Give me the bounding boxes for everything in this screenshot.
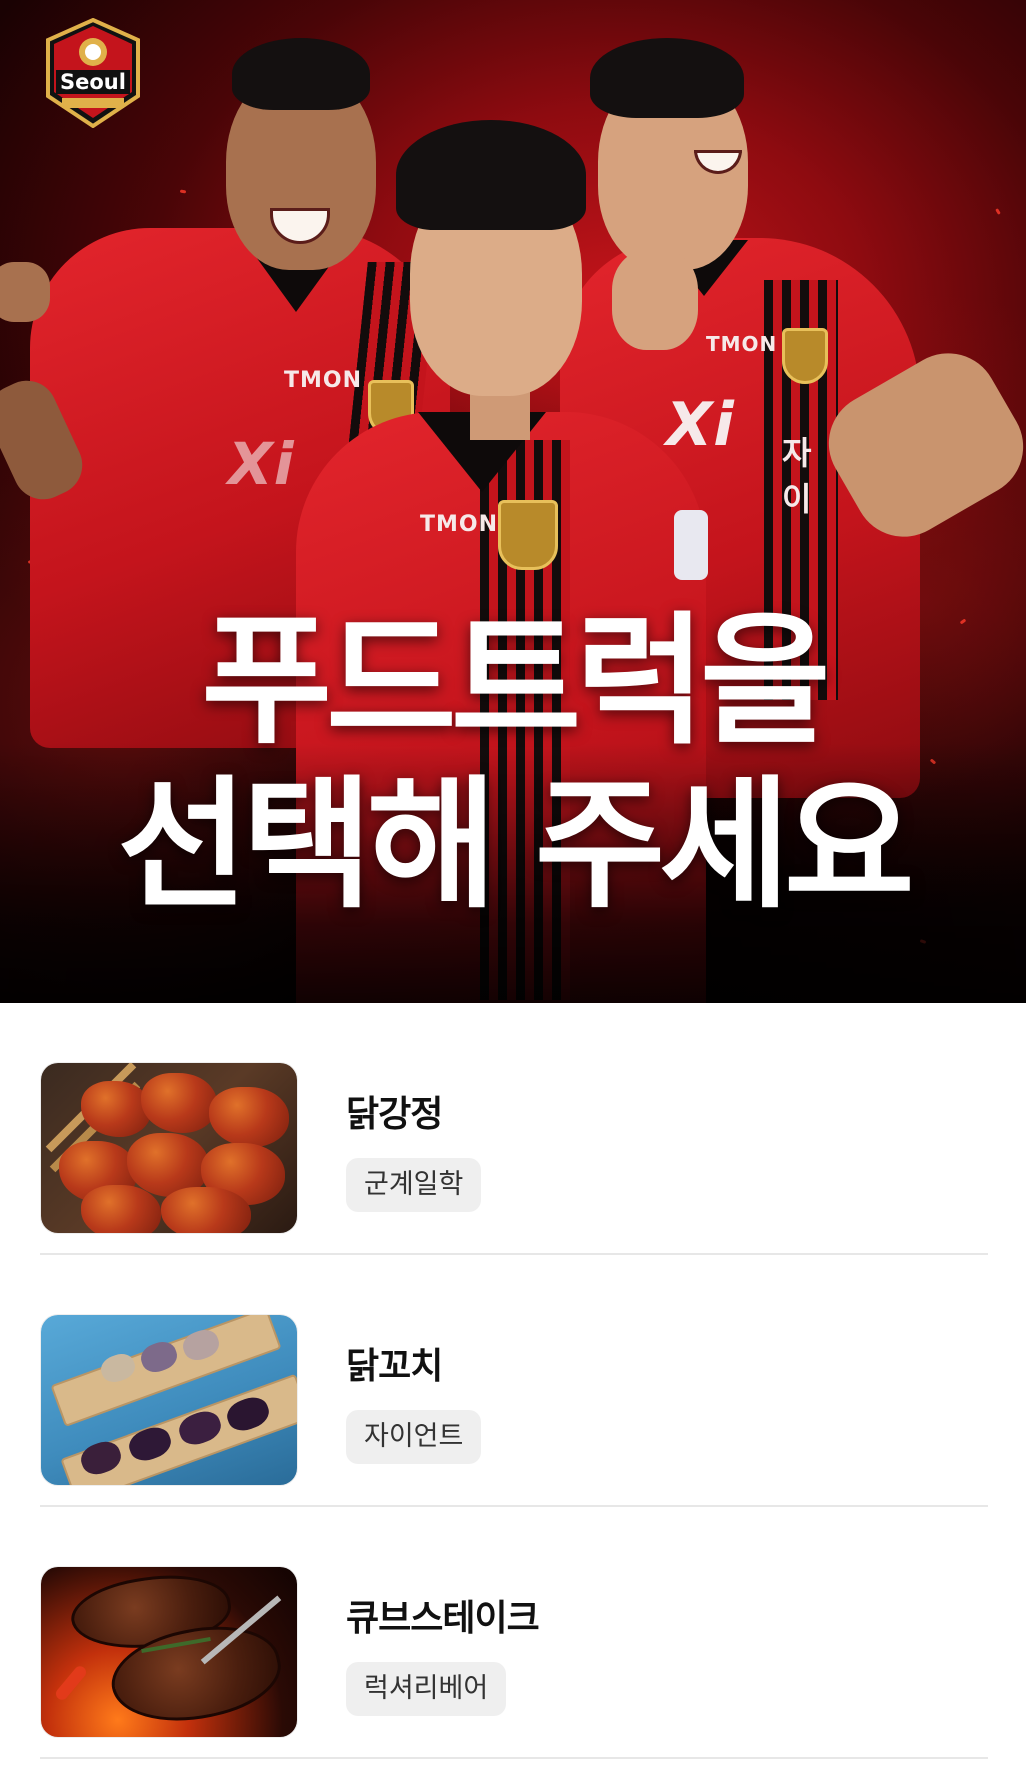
player-hair bbox=[590, 38, 744, 118]
club-crest-icon bbox=[782, 328, 828, 384]
logo-text: Seoul bbox=[60, 70, 126, 94]
food-truck-item[interactable]: 닭강정 군계일학 bbox=[40, 1003, 988, 1255]
sponsor-xi: Xi bbox=[666, 390, 735, 460]
food-name: 닭강정 bbox=[346, 1094, 443, 1135]
league-patch-icon bbox=[674, 510, 708, 580]
player-hair bbox=[232, 38, 370, 110]
sponsor-logo: TMON bbox=[706, 332, 778, 356]
food-name: 닭꼬치 bbox=[346, 1346, 443, 1387]
player-hair bbox=[396, 120, 586, 230]
sponsor-logo: TMON bbox=[284, 368, 363, 393]
fist bbox=[0, 262, 50, 322]
vendor-badge: 럭셔리베어 bbox=[346, 1662, 507, 1716]
vendor-badge: 자이언트 bbox=[346, 1410, 482, 1464]
club-crest-icon bbox=[498, 500, 558, 570]
food-thumbnail bbox=[40, 1314, 298, 1486]
page-title-line2: 선택해 주세요 bbox=[117, 763, 914, 928]
food-truck-item[interactable]: 닭꼬치 자이언트 bbox=[40, 1255, 988, 1507]
vendor-badge: 군계일학 bbox=[346, 1158, 482, 1212]
chicken-piece bbox=[81, 1185, 161, 1233]
food-truck-item[interactable]: 큐브스테이크 럭셔리베어 bbox=[40, 1507, 988, 1759]
fc-seoul-logo[interactable]: Seoul bbox=[44, 17, 142, 129]
hero-banner: TMON Xi TMON Xi 자이 TMON Seoul 푸드트럭을 선택해 … bbox=[0, 0, 1026, 1003]
food-name: 큐브스테이크 bbox=[346, 1598, 540, 1639]
sponsor-xi-korean: 자이 bbox=[782, 434, 813, 518]
chicken-piece bbox=[161, 1187, 251, 1233]
sponsor-logo: TMON bbox=[420, 512, 499, 537]
fist bbox=[612, 250, 698, 350]
sponsor-xi: Xi bbox=[228, 430, 295, 498]
page-title-line1: 푸드트럭을 bbox=[201, 599, 830, 764]
food-thumbnail bbox=[40, 1062, 298, 1234]
food-thumbnail bbox=[40, 1566, 298, 1738]
